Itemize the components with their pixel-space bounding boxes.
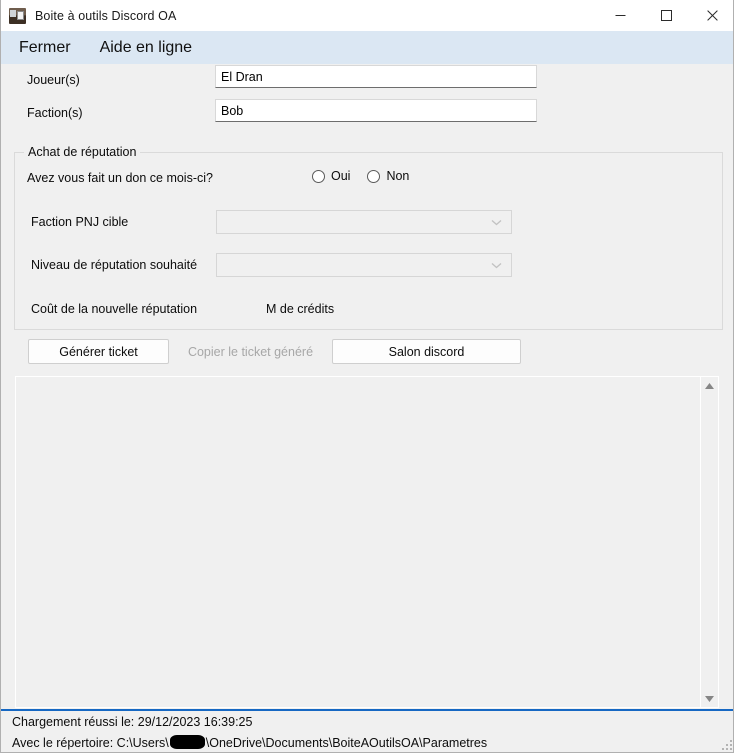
menu-item-fermer[interactable]: Fermer <box>10 39 80 57</box>
output-scrollbar[interactable] <box>700 377 718 707</box>
close-icon <box>706 10 718 21</box>
chevron-down-icon <box>491 262 502 269</box>
scrollbar-track[interactable] <box>701 394 718 690</box>
factions-label: Faction(s) <box>27 106 83 120</box>
radio-circle-icon <box>367 169 381 183</box>
donation-question-label: Avez vous fait un don ce mois-ci? <box>27 171 213 185</box>
chevron-down-icon <box>491 219 502 226</box>
output-textarea[interactable] <box>15 376 719 708</box>
application-window: Boite à outils Discord OA Fermer Aide en… <box>0 0 734 753</box>
donation-radio-non[interactable]: Non <box>367 169 409 183</box>
redacted-username <box>169 735 205 749</box>
menu-bar: Fermer Aide en ligne <box>1 31 733 64</box>
minimize-icon <box>615 15 625 16</box>
reputation-level-label: Niveau de réputation souhaité <box>31 258 198 272</box>
donation-radio-non-label: Non <box>386 169 410 183</box>
donation-radio-group: Oui Non <box>312 169 409 183</box>
donation-radio-oui[interactable]: Oui <box>312 169 350 183</box>
factions-input[interactable]: Bob <box>215 99 537 122</box>
generate-ticket-button[interactable]: Générer ticket <box>28 339 169 364</box>
toolbox-icon <box>9 7 26 24</box>
maximize-icon <box>660 10 672 21</box>
status-directory-message: Avec le répertoire: C:\Users\ \OneDrive\… <box>12 733 487 750</box>
reputation-groupbox-title: Achat de réputation <box>24 145 141 159</box>
maximize-button[interactable] <box>643 0 689 31</box>
copy-ticket-button: Copier le ticket généré <box>178 339 323 364</box>
status-load-message: Chargement réussi le: 29/12/2023 16:39:2… <box>12 715 253 729</box>
scroll-down-arrow-icon[interactable] <box>701 690 718 707</box>
client-area: Joueur(s) El Dran Faction(s) Bob Achat d… <box>1 64 733 709</box>
menu-item-aide-en-ligne[interactable]: Aide en ligne <box>91 39 202 57</box>
donation-radio-oui-label: Oui <box>331 169 351 183</box>
target-faction-label: Faction PNJ cible <box>31 215 129 229</box>
output-textarea-content[interactable] <box>16 377 700 707</box>
players-label: Joueur(s) <box>27 73 80 87</box>
scroll-up-arrow-icon[interactable] <box>701 377 718 394</box>
caption-button-group <box>597 0 733 31</box>
cost-value: M de crédits <box>266 302 335 316</box>
resize-grip-icon[interactable] <box>720 738 732 750</box>
cost-label: Coût de la nouvelle réputation <box>31 302 198 316</box>
players-input[interactable]: El Dran <box>215 65 537 88</box>
close-button[interactable] <box>689 0 733 31</box>
window-title: Boite à outils Discord OA <box>35 8 177 23</box>
reputation-level-combobox[interactable] <box>216 253 512 277</box>
status-directory-suffix: \OneDrive\Documents\BoiteAOutilsOA\Param… <box>205 736 488 750</box>
target-faction-combobox[interactable] <box>216 210 512 234</box>
title-bar: Boite à outils Discord OA <box>1 0 733 32</box>
discord-channel-button[interactable]: Salon discord <box>332 339 521 364</box>
status-directory-prefix: Avec le répertoire: C:\Users\ <box>12 736 169 750</box>
minimize-button[interactable] <box>597 0 643 31</box>
radio-circle-icon <box>312 169 325 183</box>
status-bar: Chargement réussi le: 29/12/2023 16:39:2… <box>1 709 733 752</box>
